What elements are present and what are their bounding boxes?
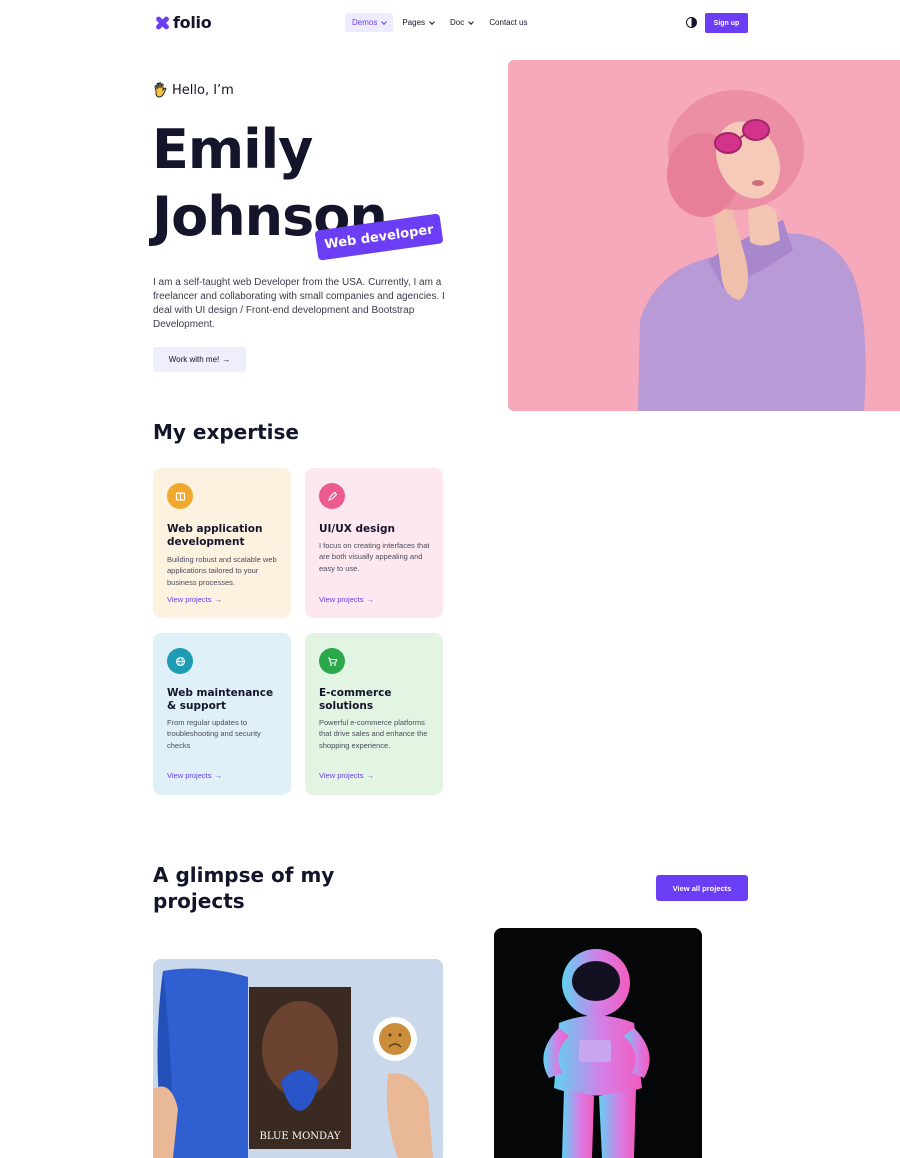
link-label: View projects	[167, 595, 212, 604]
view-projects-link[interactable]: View projects →	[167, 771, 222, 780]
hero-portrait-image	[508, 60, 900, 411]
menu-item-pages[interactable]: Pages	[395, 13, 441, 32]
link-label: View projects	[319, 595, 364, 604]
waving-hand-icon	[154, 82, 167, 98]
expertise-card-uiux[interactable]: UI/UX design I focus on creating interfa…	[305, 468, 443, 618]
logo-text: folio	[173, 13, 212, 32]
greeting: Hello, I’m	[153, 82, 234, 98]
view-all-projects-button[interactable]: View all projects	[656, 875, 748, 901]
card-title: Web maintenance & support	[167, 687, 274, 712]
card-text: Powerful e-commerce platforms that drive…	[319, 718, 428, 750]
menu-item-label: Contact us	[489, 18, 528, 27]
card-title: UI/UX design	[319, 523, 396, 535]
arrow-right-icon: →	[214, 595, 222, 604]
menu-item-contact[interactable]: Contact us	[482, 13, 534, 32]
hero-bio: I am a self-taught web Developer from th…	[153, 277, 445, 330]
globe-icon	[175, 656, 185, 666]
menu-item-doc[interactable]: Doc	[443, 13, 480, 32]
arrow-right-icon: →	[214, 771, 222, 780]
work-with-me-button[interactable]: Work with me! →	[153, 347, 246, 372]
chevron-down-icon	[429, 18, 435, 25]
logo[interactable]: folio	[154, 13, 212, 32]
first-name: Emily	[152, 118, 313, 181]
theme-toggle-icon[interactable]	[686, 17, 697, 28]
card-text: I focus on creating interfaces that are …	[319, 541, 430, 573]
main-menu: Demos Pages Doc Contact us	[345, 13, 537, 32]
card-icon-badge	[167, 648, 193, 674]
chevron-down-icon	[468, 18, 475, 25]
pen-icon	[327, 491, 337, 501]
arrow-right-icon: →	[366, 595, 374, 604]
book-icon	[175, 491, 185, 501]
expertise-card-ecommerce[interactable]: E-commerce solutions Powerful e-commerce…	[305, 633, 443, 795]
projects-title: A glimpse of my projects	[153, 863, 335, 913]
cart-icon	[327, 656, 337, 666]
menu-item-label: Demos	[352, 18, 378, 27]
expertise-card-web-app[interactable]: Web application development Building rob…	[153, 468, 291, 618]
card-icon-badge	[319, 648, 345, 674]
project-image-blue-monday[interactable]: BLUE MONDAY	[153, 959, 443, 1158]
logo-mark-icon	[154, 15, 170, 31]
expertise-card-maintenance[interactable]: Web maintenance & support From regular u…	[153, 633, 291, 795]
card-title: E-commerce solutions	[319, 687, 392, 712]
view-projects-link[interactable]: View projects →	[319, 771, 374, 780]
chevron-down-icon	[381, 18, 388, 25]
link-label: View projects	[167, 771, 212, 780]
card-text: From regular updates to troubleshooting …	[167, 718, 261, 750]
magazine-illustration: BLUE MONDAY	[153, 959, 443, 1158]
signup-button[interactable]: Sign up	[705, 13, 748, 33]
work-with-me-label: Work with me!	[168, 355, 220, 364]
project-image-astronaut[interactable]	[494, 928, 702, 1158]
arrow-right-icon: →	[222, 355, 231, 364]
magazine-caption: BLUE MONDAY	[260, 1131, 341, 1142]
card-icon-badge	[319, 483, 345, 509]
card-icon-badge	[167, 483, 193, 509]
view-projects-link[interactable]: View projects →	[319, 595, 374, 604]
menu-item-demos[interactable]: Demos	[345, 13, 394, 32]
menu-item-label: Pages	[402, 18, 426, 27]
portrait-illustration	[508, 60, 900, 411]
card-text: Building robust and scalable web applica…	[167, 555, 277, 587]
astronaut-illustration	[494, 928, 702, 1158]
expertise-title: My expertise	[153, 420, 299, 444]
arrow-right-icon: →	[366, 771, 374, 780]
top-navbar: folio Demos Pages Doc Contact us Sign up	[0, 0, 900, 46]
menu-item-label: Doc	[450, 18, 465, 27]
link-label: View projects	[319, 771, 364, 780]
card-title: Web application development	[167, 523, 263, 548]
view-projects-link[interactable]: View projects →	[167, 595, 222, 604]
greeting-text: Hello, I’m	[172, 82, 234, 98]
